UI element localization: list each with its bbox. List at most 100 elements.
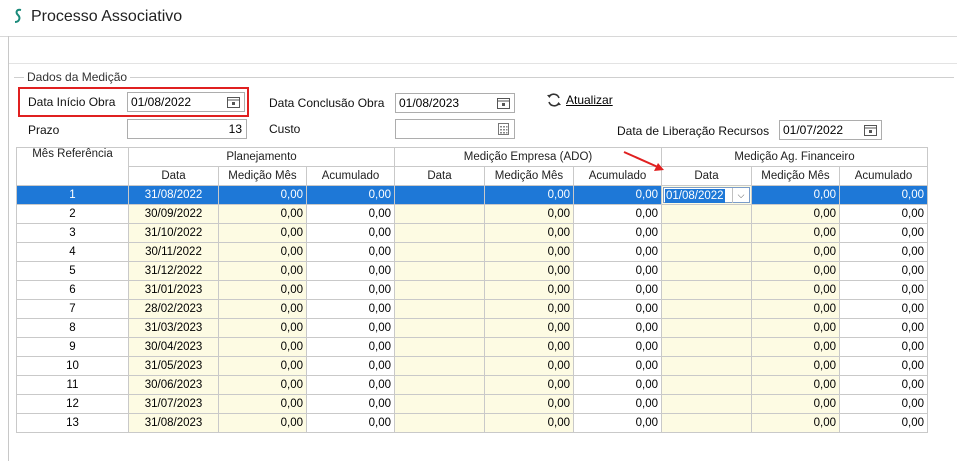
prazo-input[interactable]: 13 <box>127 119 247 139</box>
calendar-icon[interactable] <box>497 97 510 109</box>
emp-data-cell[interactable] <box>394 375 485 395</box>
ag-medicao-mes-cell[interactable]: 0,00 <box>751 261 840 281</box>
emp-medicao-mes-cell[interactable]: 0,00 <box>484 337 574 357</box>
table-row[interactable]: 10 31/05/2023 0,00 0,00 0,00 0,00 0,00 0,00 <box>16 356 928 376</box>
data-liberacao-input[interactable]: 01/07/2022 <box>779 120 882 140</box>
emp-data-cell[interactable] <box>394 356 485 376</box>
ag-medicao-mes-cell[interactable]: 0,00 <box>751 185 840 205</box>
header-ag-acumulado[interactable]: Acumulado <box>839 166 928 186</box>
table-row[interactable]: 13 31/08/2023 0,00 0,00 0,00 0,00 0,00 0,00 <box>16 413 928 433</box>
ag-medicao-mes-cell[interactable]: 0,00 <box>751 394 840 414</box>
header-plan-medicao-mes[interactable]: Medição Mês <box>218 166 307 186</box>
header-mes-referencia[interactable]: Mês Referência <box>16 147 129 186</box>
header-emp-data[interactable]: Data <box>394 166 485 186</box>
ag-data-cell[interactable] <box>661 318 752 338</box>
header-medicao-ag: Medição Ag. Financeiro <box>661 147 928 167</box>
refresh-icon <box>547 93 561 107</box>
emp-data-cell[interactable] <box>394 413 485 433</box>
emp-medicao-mes-cell[interactable]: 0,00 <box>484 356 574 376</box>
atualizar-label: Atualizar <box>566 93 613 107</box>
ag-medicao-mes-cell[interactable]: 0,00 <box>751 413 840 433</box>
plan-medicao-mes-cell: 0,00 <box>218 242 307 262</box>
ag-medicao-mes-cell[interactable]: 0,00 <box>751 242 840 262</box>
ag-medicao-mes-cell[interactable]: 0,00 <box>751 299 840 319</box>
emp-acumulado-cell: 0,00 <box>573 337 662 357</box>
emp-medicao-mes-cell[interactable]: 0,00 <box>484 204 574 224</box>
emp-data-cell[interactable] <box>394 223 485 243</box>
emp-data-cell[interactable] <box>394 261 485 281</box>
emp-data-cell[interactable] <box>394 204 485 224</box>
calculator-icon[interactable] <box>497 123 510 135</box>
ag-data-cell[interactable] <box>661 261 752 281</box>
ag-medicao-mes-cell[interactable]: 0,00 <box>751 337 840 357</box>
ag-data-cell[interactable] <box>661 394 752 414</box>
ag-data-cell[interactable] <box>661 242 752 262</box>
ag-medicao-mes-cell[interactable]: 0,00 <box>751 223 840 243</box>
emp-medicao-mes-cell[interactable]: 0,00 <box>484 185 574 205</box>
ag-data-cell[interactable] <box>661 204 752 224</box>
emp-medicao-mes-cell[interactable]: 0,00 <box>484 242 574 262</box>
ag-data-cell[interactable]: 01/08/2022 ⌵ <box>661 185 752 205</box>
header-ag-medicao-mes[interactable]: Medição Mês <box>751 166 840 186</box>
prazo-value: 13 <box>228 122 242 136</box>
chevron-down-icon[interactable]: ⌵ <box>732 188 749 203</box>
table-row[interactable]: 7 28/02/2023 0,00 0,00 0,00 0,00 0,00 0,00 <box>16 299 928 319</box>
emp-medicao-mes-cell[interactable]: 0,00 <box>484 280 574 300</box>
header-ag-data[interactable]: Data <box>661 166 752 186</box>
ag-data-cell[interactable] <box>661 299 752 319</box>
table-row[interactable]: 12 31/07/2023 0,00 0,00 0,00 0,00 0,00 0,00 <box>16 394 928 414</box>
table-row[interactable]: 6 31/01/2023 0,00 0,00 0,00 0,00 0,00 0,00 <box>16 280 928 300</box>
emp-data-cell[interactable] <box>394 318 485 338</box>
calendar-icon[interactable] <box>864 124 877 136</box>
ag-data-cell[interactable] <box>661 375 752 395</box>
plan-acumulado-cell: 0,00 <box>306 413 395 433</box>
emp-acumulado-cell: 0,00 <box>573 223 662 243</box>
ag-medicao-mes-cell[interactable]: 0,00 <box>751 204 840 224</box>
emp-acumulado-cell: 0,00 <box>573 299 662 319</box>
header-plan-data[interactable]: Data <box>128 166 219 186</box>
emp-medicao-mes-cell[interactable]: 0,00 <box>484 413 574 433</box>
emp-data-cell[interactable] <box>394 394 485 414</box>
ag-data-cell[interactable] <box>661 337 752 357</box>
header-plan-acumulado[interactable]: Acumulado <box>306 166 395 186</box>
table-row[interactable]: 3 31/10/2022 0,00 0,00 0,00 0,00 0,00 0,00 <box>16 223 928 243</box>
data-inicio-obra-input[interactable]: 01/08/2022 <box>127 92 245 112</box>
emp-acumulado-cell: 0,00 <box>573 261 662 281</box>
custo-input[interactable] <box>395 119 515 139</box>
ag-acumulado-cell: 0,00 <box>839 223 928 243</box>
emp-data-cell[interactable] <box>394 280 485 300</box>
emp-medicao-mes-cell[interactable]: 0,00 <box>484 318 574 338</box>
emp-data-cell[interactable] <box>394 185 485 205</box>
ag-data-cell[interactable] <box>661 356 752 376</box>
ag-data-cell[interactable] <box>661 413 752 433</box>
emp-medicao-mes-cell[interactable]: 0,00 <box>484 375 574 395</box>
ag-medicao-mes-cell[interactable]: 0,00 <box>751 318 840 338</box>
ag-medicao-mes-cell[interactable]: 0,00 <box>751 356 840 376</box>
ag-acumulado-cell: 0,00 <box>839 185 928 205</box>
table-row[interactable]: 9 30/04/2023 0,00 0,00 0,00 0,00 0,00 0,00 <box>16 337 928 357</box>
ag-medicao-mes-cell[interactable]: 0,00 <box>751 280 840 300</box>
emp-medicao-mes-cell[interactable]: 0,00 <box>484 394 574 414</box>
ag-medicao-mes-cell[interactable]: 0,00 <box>751 375 840 395</box>
table-row[interactable]: 1 31/08/2022 0,00 0,00 0,00 0,00 01/08/2022 ⌵ 0,… <box>16 185 928 205</box>
ag-data-editor[interactable]: 01/08/2022 ⌵ <box>663 187 750 203</box>
plan-medicao-mes-cell: 0,00 <box>218 280 307 300</box>
emp-medicao-mes-cell[interactable]: 0,00 <box>484 261 574 281</box>
ag-data-cell[interactable] <box>661 223 752 243</box>
table-row[interactable]: 2 30/09/2022 0,00 0,00 0,00 0,00 0,00 0,00 <box>16 204 928 224</box>
table-row[interactable]: 4 30/11/2022 0,00 0,00 0,00 0,00 0,00 0,00 <box>16 242 928 262</box>
emp-acumulado-cell: 0,00 <box>573 394 662 414</box>
plan-acumulado-cell: 0,00 <box>306 185 395 205</box>
emp-medicao-mes-cell[interactable]: 0,00 <box>484 299 574 319</box>
table-row[interactable]: 5 31/12/2022 0,00 0,00 0,00 0,00 0,00 0,00 <box>16 261 928 281</box>
emp-medicao-mes-cell[interactable]: 0,00 <box>484 223 574 243</box>
table-row[interactable]: 8 31/03/2023 0,00 0,00 0,00 0,00 0,00 0,00 <box>16 318 928 338</box>
emp-data-cell[interactable] <box>394 337 485 357</box>
ag-data-cell[interactable] <box>661 280 752 300</box>
data-conclusao-obra-input[interactable]: 01/08/2023 <box>395 93 515 113</box>
emp-data-cell[interactable] <box>394 242 485 262</box>
table-row[interactable]: 11 30/06/2023 0,00 0,00 0,00 0,00 0,00 0,00 <box>16 375 928 395</box>
calendar-icon[interactable] <box>227 96 240 108</box>
emp-data-cell[interactable] <box>394 299 485 319</box>
header-emp-medicao-mes[interactable]: Medição Mês <box>484 166 574 186</box>
